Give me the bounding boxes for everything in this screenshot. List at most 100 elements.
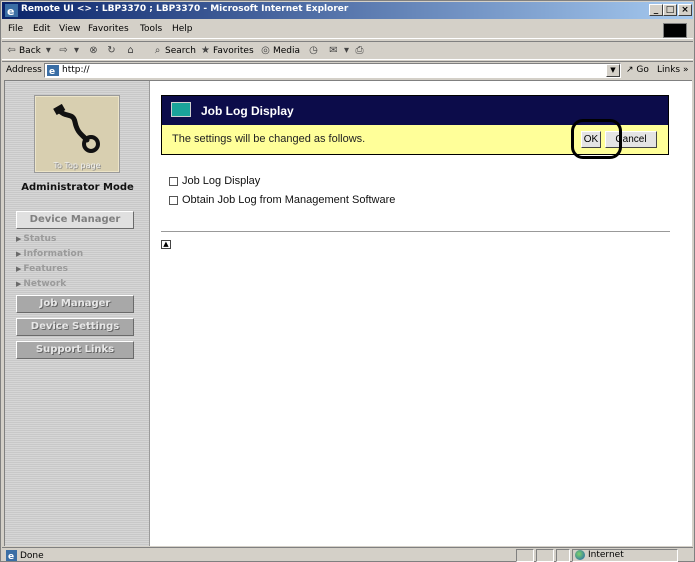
- history-icon: ◷: [309, 45, 318, 56]
- svg-text:e: e: [7, 5, 14, 17]
- svg-text:e: e: [8, 552, 14, 561]
- windows-logo-icon: [663, 23, 687, 38]
- device-manager-button[interactable]: Device Manager: [16, 211, 134, 229]
- back-arrow-icon: ⇦: [7, 45, 16, 56]
- sidebar-item-status[interactable]: ▶ Status: [16, 234, 56, 244]
- sidebar-item-label: Information: [23, 249, 84, 259]
- confirmation-message: The settings will be changed as follows.: [172, 133, 366, 145]
- menu-edit[interactable]: Edit: [33, 24, 50, 34]
- status-cell: [556, 549, 570, 562]
- sidebar: To Top page Administrator Mode Device Ma…: [5, 81, 150, 546]
- sidebar-item-label: Status: [23, 234, 57, 244]
- menu-view[interactable]: View: [59, 24, 80, 34]
- forward-arrow-icon: ⇨: [59, 45, 68, 56]
- history-button[interactable]: ◷: [308, 45, 319, 56]
- back-button[interactable]: ⇦ Back ▾: [6, 45, 54, 56]
- menu-help[interactable]: Help: [172, 24, 193, 34]
- checkbox-job-log-display[interactable]: [169, 176, 178, 186]
- favorites-label: Favorites: [213, 45, 254, 56]
- sidebar-item-information[interactable]: ▶ Information: [16, 249, 83, 259]
- minimize-button[interactable]: _: [649, 4, 663, 16]
- print-button[interactable]: ⎙: [354, 45, 365, 56]
- address-dropdown-button[interactable]: ▼: [606, 64, 620, 77]
- title-bar: e Remote UI <> : LBP3370 ; LBP3370 - Mic…: [2, 2, 693, 19]
- status-text: Done: [20, 550, 44, 561]
- status-cell: [536, 549, 554, 562]
- sidebar-item-features[interactable]: ▶ Features: [16, 264, 68, 274]
- dropdown-icon: ▾: [45, 45, 51, 56]
- mail-button[interactable]: ✉ ▾: [328, 45, 352, 56]
- option-label: Job Log Display: [182, 175, 261, 187]
- checkbox-obtain-job-log[interactable]: [169, 195, 178, 205]
- home-icon: ⌂: [127, 45, 134, 56]
- refresh-icon: ↻: [107, 45, 116, 56]
- favorites-icon: ★: [201, 45, 210, 56]
- zone-label: Internet: [588, 550, 624, 560]
- menu-file[interactable]: File: [8, 24, 23, 34]
- maximize-button[interactable]: □: [663, 4, 677, 16]
- menu-bar: File Edit View Favorites Tools Help: [2, 21, 693, 39]
- triangle-right-icon: ▶: [16, 280, 22, 288]
- stop-icon: ⊗: [89, 45, 98, 56]
- media-button[interactable]: ◎ Media: [260, 45, 300, 56]
- option-label: Obtain Job Log from Management Software: [182, 194, 396, 206]
- toolbar: ⇦ Back ▾ ⇨ ▾ ⊗ ↻ ⌂ ⌕ Search ★ Favorites …: [2, 41, 693, 60]
- page-content: To Top page Administrator Mode Device Ma…: [4, 80, 692, 546]
- stop-button[interactable]: ⊗: [88, 45, 99, 56]
- menu-tools[interactable]: Tools: [140, 24, 162, 34]
- panel-message-bar: The settings will be changed as follows.…: [162, 119, 668, 159]
- highlight-callout: [571, 119, 622, 159]
- address-url: http://: [62, 65, 90, 75]
- page-icon: e: [47, 65, 59, 76]
- menu-favorites[interactable]: Favorites: [88, 24, 129, 34]
- sidebar-item-label: Network: [23, 279, 67, 289]
- support-links-button[interactable]: Support Links: [16, 341, 134, 359]
- forward-button[interactable]: ⇨ ▾: [58, 45, 82, 56]
- window-title: Remote UI <> : LBP3370 ; LBP3370 - Micro…: [21, 4, 349, 14]
- svg-text:e: e: [49, 67, 55, 76]
- dropdown-icon: ▾: [343, 45, 350, 56]
- media-label: Media: [273, 45, 301, 56]
- sidebar-item-network[interactable]: ▶ Network: [16, 279, 66, 289]
- back-to-top-icon[interactable]: ▲: [161, 240, 171, 249]
- administrator-mode-label: Administrator Mode: [21, 182, 134, 193]
- top-page-label[interactable]: To Top page: [34, 161, 120, 170]
- browser-window: e Remote UI <> : LBP3370 ; LBP3370 - Mic…: [0, 0, 695, 562]
- address-bar: Address e http:// ▼ ↗ Go Links »: [2, 61, 693, 79]
- triangle-right-icon: ▶: [16, 250, 22, 258]
- mail-icon: ✉: [329, 45, 338, 56]
- close-button[interactable]: ×: [678, 4, 692, 16]
- dropdown-icon: ▾: [73, 45, 80, 56]
- ie-page-icon: e: [6, 550, 17, 561]
- back-label: Back: [19, 45, 41, 56]
- status-cell: [516, 549, 534, 562]
- sidebar-item-label: Features: [23, 264, 68, 274]
- device-settings-button[interactable]: Device Settings: [16, 318, 134, 336]
- print-icon: ⎙: [355, 45, 364, 56]
- search-label: Search: [165, 45, 196, 56]
- option-obtain-job-log: Obtain Job Log from Management Software: [169, 194, 395, 206]
- status-area: e Done: [6, 550, 44, 561]
- page-title: Job Log Display: [201, 104, 294, 118]
- ie-icon: e: [5, 4, 18, 17]
- favorites-button[interactable]: ★ Favorites: [200, 45, 254, 56]
- address-label: Address: [6, 65, 42, 75]
- globe-icon: [575, 550, 585, 560]
- refresh-button[interactable]: ↻: [106, 45, 117, 56]
- triangle-right-icon: ▶: [16, 265, 22, 273]
- go-arrow-icon: ↗: [626, 65, 634, 75]
- status-bar: e Done Internet: [2, 547, 693, 562]
- search-button[interactable]: ⌕ Search: [152, 45, 196, 56]
- address-input[interactable]: e http://: [44, 63, 621, 78]
- home-button[interactable]: ⌂: [125, 45, 136, 56]
- go-button[interactable]: ↗ Go: [626, 65, 649, 75]
- job-manager-button[interactable]: Job Manager: [16, 295, 134, 313]
- search-icon: ⌕: [154, 45, 161, 56]
- go-label: Go: [636, 65, 649, 75]
- divider: [161, 231, 670, 233]
- links-button[interactable]: Links »: [657, 65, 689, 75]
- security-zone: Internet: [575, 550, 624, 560]
- media-icon: ◎: [261, 45, 270, 56]
- keyboard-icon: [171, 102, 191, 117]
- triangle-right-icon: ▶: [16, 235, 22, 243]
